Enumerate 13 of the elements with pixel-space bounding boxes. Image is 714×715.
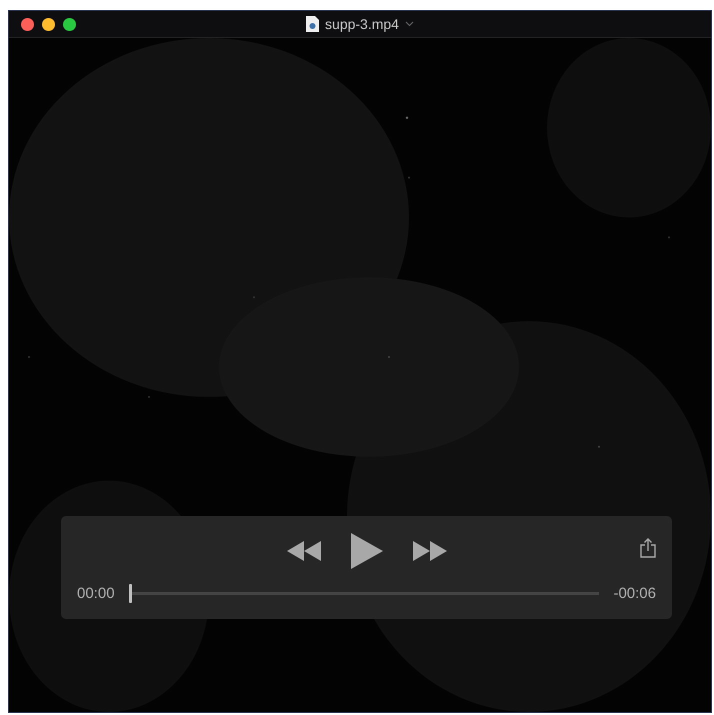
share-button[interactable] (640, 538, 656, 558)
window-title: supp-3.mp4 (325, 16, 399, 32)
fast-forward-button[interactable] (412, 541, 446, 561)
chevron-icon[interactable] (404, 21, 414, 27)
elapsed-time: 00:00 (77, 585, 115, 602)
zoom-button[interactable] (63, 18, 76, 30)
playhead[interactable] (128, 584, 132, 603)
remaining-time: -00:06 (613, 585, 656, 602)
rewind-button[interactable] (286, 541, 320, 561)
document-icon (306, 16, 320, 32)
play-button[interactable] (350, 533, 382, 569)
close-button[interactable] (21, 18, 34, 30)
minimize-button[interactable] (42, 18, 55, 30)
